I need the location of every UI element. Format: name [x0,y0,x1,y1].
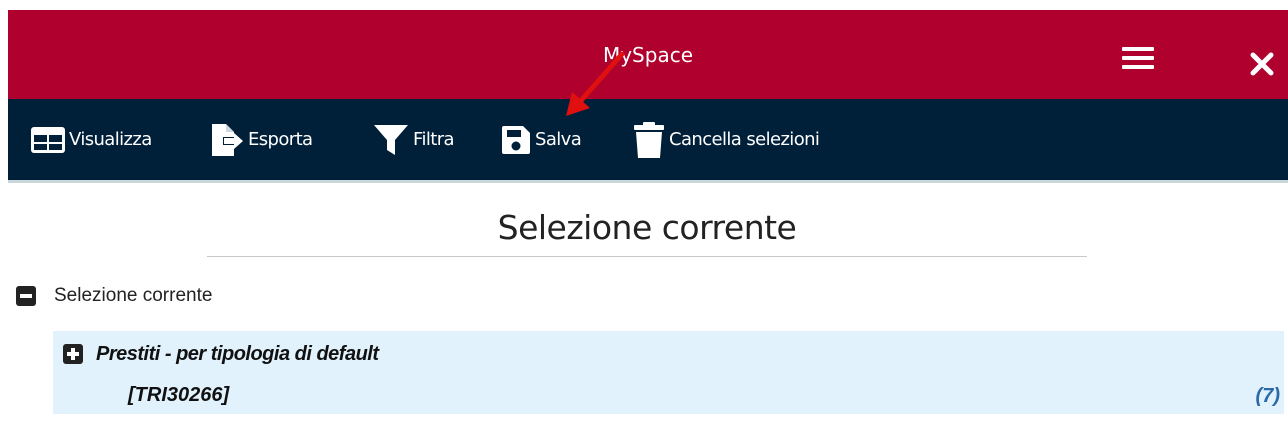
filter-icon [372,123,413,157]
tree-item[interactable]: Prestiti - per tipologia di default [TRI… [53,331,1284,414]
title-divider [207,256,1087,257]
title-bar: MySpace [8,10,1288,99]
tree-item-name: Prestiti - per tipologia di default [96,343,379,365]
tree-item-code: [TRI30266] [128,384,230,406]
filtra-label: Filtra [413,129,455,150]
trash-icon [632,120,669,160]
visualizza-label: Visualizza [69,129,152,150]
cancella-selezioni-label: Cancella selezioni [669,129,820,150]
app-title: MySpace [602,43,694,67]
toolbar-divider [8,180,1288,183]
save-icon [500,124,535,156]
page-title: Selezione corrente [497,208,797,247]
visualizza-button[interactable]: Visualizza [30,99,152,180]
toolbar: Visualizza Esporta Filtra Salva Cancella… [8,99,1288,180]
export-icon [209,122,248,158]
esporta-button[interactable]: Esporta [209,99,313,180]
salva-label: Salva [535,129,582,150]
filtra-button[interactable]: Filtra [372,99,455,180]
expand-icon[interactable] [63,344,83,364]
salva-button[interactable]: Salva [500,99,582,180]
tree-root: Selezione corrente [16,285,212,307]
table-icon [30,126,69,154]
collapse-icon[interactable] [16,286,36,306]
close-icon[interactable] [1249,51,1275,77]
hamburger-menu-icon[interactable] [1122,47,1154,71]
tree-item-count: (7) [1255,385,1280,407]
esporta-label: Esporta [248,129,313,150]
cancella-selezioni-button[interactable]: Cancella selezioni [632,99,820,180]
tree-root-label: Selezione corrente [54,285,213,306]
